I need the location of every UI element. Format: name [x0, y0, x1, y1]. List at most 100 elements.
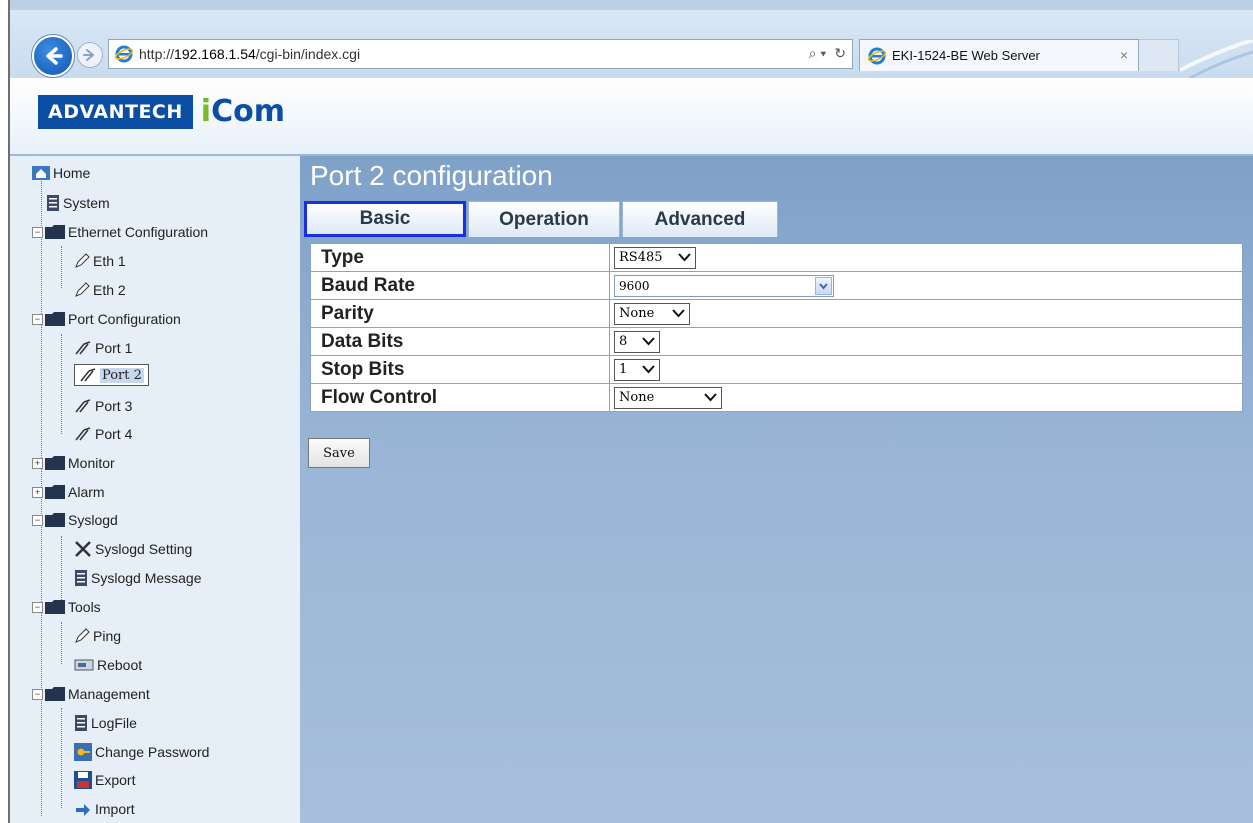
chevron-down-icon: [672, 308, 685, 317]
save-button[interactable]: Save: [308, 438, 370, 468]
tab-basic[interactable]: Basic: [304, 201, 466, 237]
floppy-disk-icon: [74, 771, 92, 789]
page-title: Port 2 configuration: [310, 160, 553, 191]
sidebar-item-alarm[interactable]: + Alarm: [32, 479, 105, 505]
flow-control-select[interactable]: None: [614, 386, 722, 409]
back-button[interactable]: [32, 35, 74, 77]
field-row-baud-rate: Baud Rate 9600: [310, 271, 1243, 300]
field-label-parity: Parity: [310, 299, 610, 328]
field-row-type: Type RS485: [310, 243, 1243, 272]
new-tab-button[interactable]: [1139, 39, 1179, 71]
field-row-stop-bits: Stop Bits 1: [310, 355, 1243, 384]
pen-icon: [75, 282, 90, 297]
tab-advanced[interactable]: Advanced: [622, 201, 778, 237]
sidebar-item-syslogd[interactable]: − Syslogd: [32, 507, 118, 533]
reboot-icon: [74, 659, 94, 671]
refresh-icon[interactable]: ↻: [834, 45, 846, 62]
logo-product: iCom: [200, 94, 285, 129]
sidebar-nav-tree: Home System − Ethernet Configuration Eth…: [10, 156, 300, 823]
parity-select[interactable]: None: [614, 302, 690, 325]
sidebar-item-eth2[interactable]: Eth 2: [74, 277, 126, 303]
tab-operation[interactable]: Operation: [468, 201, 620, 237]
field-label-flow-control: Flow Control: [310, 383, 610, 412]
decorative-swoosh: [1180, 40, 1253, 80]
collapse-icon[interactable]: −: [32, 688, 43, 700]
sidebar-item-port3[interactable]: Port 3: [74, 393, 132, 419]
address-bar[interactable]: http://192.168.1.54/cgi-bin/index.cgi ⌕ …: [108, 39, 853, 69]
tree-line: [61, 708, 62, 808]
tools-icon: [80, 368, 96, 382]
search-dropdown-icon[interactable]: ⌕ ▾: [809, 45, 827, 62]
folder-open-icon: [45, 513, 65, 527]
tree-line: [61, 334, 62, 434]
field-row-flow-control: Flow Control None: [310, 383, 1243, 412]
expand-icon[interactable]: +: [32, 486, 43, 498]
chevron-down-icon: [642, 336, 655, 345]
dropdown-arrow-button[interactable]: [815, 276, 832, 295]
sidebar-item-port-configuration[interactable]: − Port Configuration: [32, 306, 181, 332]
collapse-icon[interactable]: −: [32, 514, 43, 526]
home-icon: [32, 166, 50, 180]
document-icon: [75, 715, 87, 731]
password-key-icon: [74, 743, 92, 761]
field-label-type: Type: [310, 243, 610, 272]
pen-icon: [75, 628, 90, 643]
chevron-down-icon: [678, 252, 691, 261]
sidebar-item-syslogd-setting[interactable]: Syslogd Setting: [74, 536, 192, 562]
stop-bits-select[interactable]: 1: [614, 358, 660, 381]
sidebar-item-reboot[interactable]: Reboot: [74, 652, 142, 678]
tree-line: [61, 622, 62, 664]
field-label-stop-bits: Stop Bits: [310, 355, 610, 384]
sidebar-item-system[interactable]: System: [46, 190, 110, 216]
advantech-icom-logo: ADVANTECH iCom: [38, 94, 285, 129]
browser-tab[interactable]: EKI-1524-BE Web Server ×: [859, 39, 1139, 71]
field-row-parity: Parity None: [310, 299, 1243, 328]
forward-arrow-icon: [83, 49, 94, 61]
sidebar-item-logfile[interactable]: LogFile: [74, 710, 137, 736]
document-icon: [75, 570, 87, 586]
sidebar-item-port1[interactable]: Port 1: [74, 335, 132, 361]
port-config-form: Type RS485 Baud Rate 9600 Parity None Da…: [310, 243, 1243, 412]
tab-close-icon[interactable]: ×: [1120, 47, 1128, 63]
sidebar-item-export[interactable]: Export: [74, 767, 135, 793]
title-bar: [10, 0, 1253, 10]
folder-open-icon: [45, 312, 65, 326]
collapse-icon[interactable]: −: [32, 601, 43, 613]
collapse-icon[interactable]: −: [32, 313, 43, 325]
field-row-data-bits: Data Bits 8: [310, 327, 1243, 356]
field-label-baud-rate: Baud Rate: [310, 271, 610, 300]
sidebar-item-ping[interactable]: Ping: [74, 623, 121, 649]
pen-icon: [75, 253, 90, 268]
tab-title: EKI-1524-BE Web Server: [892, 48, 1040, 63]
sidebar-item-import[interactable]: Import: [74, 796, 135, 822]
folder-open-icon: [45, 600, 65, 614]
forward-button[interactable]: [77, 42, 103, 68]
chevron-down-icon: [642, 364, 655, 373]
data-bits-select[interactable]: 8: [614, 330, 660, 353]
sidebar-item-syslogd-message[interactable]: Syslogd Message: [74, 565, 202, 591]
sidebar-item-change-password[interactable]: Change Password: [74, 739, 209, 765]
sidebar-item-management[interactable]: − Management: [32, 681, 150, 707]
chevron-down-icon: [819, 282, 828, 290]
browser-chrome: http://192.168.1.54/cgi-bin/index.cgi ⌕ …: [10, 0, 1253, 80]
folder-open-icon: [45, 687, 65, 701]
sidebar-item-eth1[interactable]: Eth 1: [74, 248, 126, 274]
config-tabs: Basic Operation Advanced: [304, 201, 780, 237]
ie-page-icon: [115, 45, 133, 63]
field-label-data-bits: Data Bits: [310, 327, 610, 356]
logo-brand: ADVANTECH: [38, 94, 193, 129]
sidebar-item-home[interactable]: Home: [32, 160, 90, 186]
baud-rate-select[interactable]: 9600: [614, 274, 834, 297]
ie-tab-icon: [868, 47, 886, 65]
sidebar-item-ethernet-configuration[interactable]: − Ethernet Configuration: [32, 219, 208, 245]
collapse-icon[interactable]: −: [32, 226, 43, 238]
sidebar-item-port2[interactable]: Port 2: [74, 364, 149, 386]
sidebar-item-monitor[interactable]: + Monitor: [32, 450, 115, 476]
expand-icon[interactable]: +: [32, 457, 43, 469]
sidebar-item-port4[interactable]: Port 4: [74, 421, 132, 447]
chevron-down-icon: [704, 392, 717, 401]
sidebar-item-tools[interactable]: − Tools: [32, 594, 101, 620]
type-select[interactable]: RS485: [614, 246, 696, 269]
tree-line: [61, 246, 62, 288]
back-arrow-icon: [46, 47, 63, 65]
